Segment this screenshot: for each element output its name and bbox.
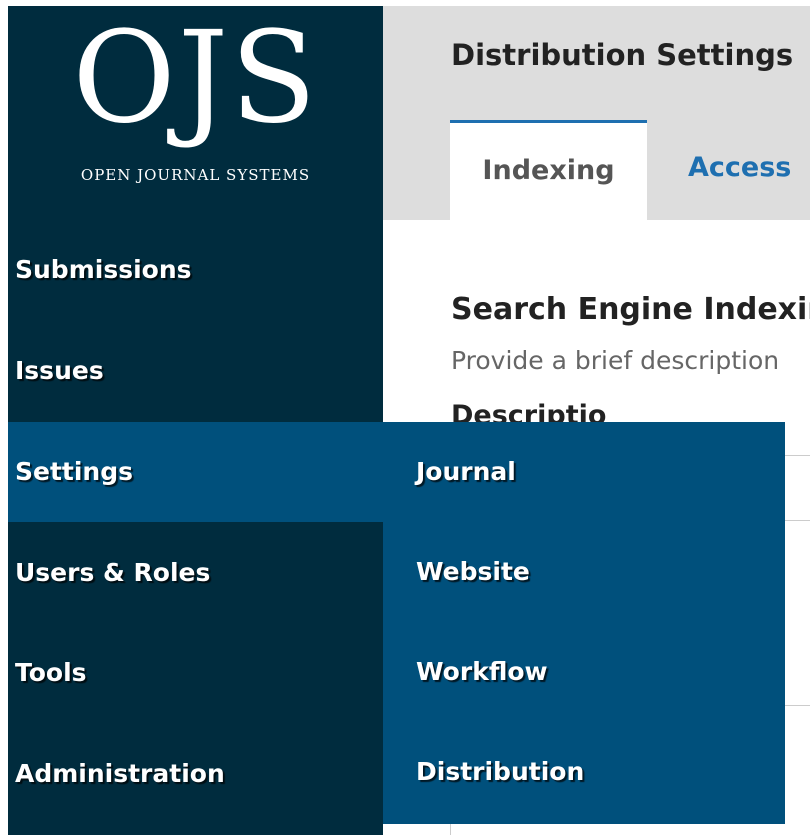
ojs-logo[interactable]: OJS OPEN JOURNAL SYSTEMS xyxy=(8,6,383,216)
sidebar-item-administration[interactable]: Administration xyxy=(8,724,383,824)
submenu-item-workflow[interactable]: Workflow xyxy=(383,622,785,722)
logo-caption: OPEN JOURNAL SYSTEMS xyxy=(80,166,311,184)
sidebar: OJS OPEN JOURNAL SYSTEMS Submissions Iss… xyxy=(8,6,383,835)
app-frame: OJS OPEN JOURNAL SYSTEMS Submissions Iss… xyxy=(0,0,810,835)
submenu-item-journal[interactable]: Journal xyxy=(383,422,785,522)
page-title: Distribution Settings xyxy=(451,38,794,72)
sidebar-item-submissions[interactable]: Submissions xyxy=(8,220,383,320)
logo-mark: OJS xyxy=(72,4,319,151)
section-heading: Search Engine Indexin xyxy=(451,292,810,327)
submenu-item-distribution[interactable]: Distribution xyxy=(383,722,785,822)
tab-access[interactable]: Access xyxy=(688,120,791,220)
tab-indexing[interactable]: Indexing xyxy=(450,120,647,220)
sidebar-item-issues[interactable]: Issues xyxy=(8,321,383,421)
sidebar-item-users-roles[interactable]: Users & Roles xyxy=(8,523,383,623)
sidebar-item-settings[interactable]: Settings xyxy=(8,422,383,522)
submenu-item-website[interactable]: Website xyxy=(383,522,785,622)
settings-submenu: Journal Website Workflow Distribution xyxy=(383,422,785,824)
sidebar-item-tools[interactable]: Tools xyxy=(8,623,383,723)
section-description: Provide a brief description xyxy=(451,346,780,375)
